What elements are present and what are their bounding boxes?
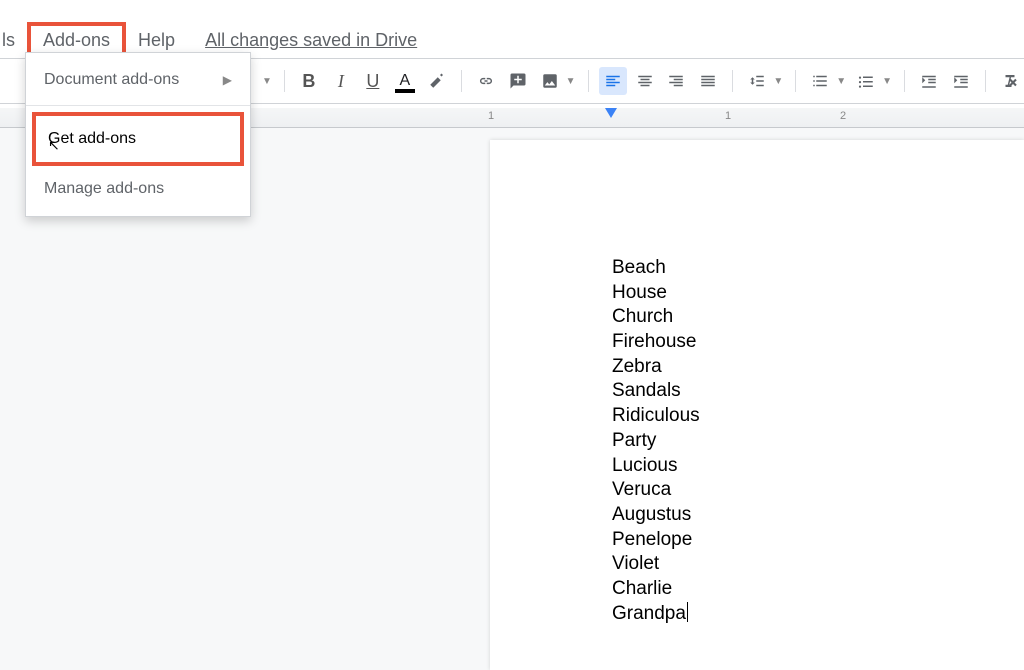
bulleted-list-dropdown[interactable]: ▼	[880, 76, 894, 87]
decrease-indent-button[interactable]	[915, 67, 943, 95]
document-line[interactable]: Veruca	[612, 478, 1024, 503]
separator	[985, 70, 986, 92]
bold-button[interactable]: B	[295, 67, 323, 95]
insert-image-button[interactable]	[536, 67, 564, 95]
menu-item-manage-addons[interactable]: Manage add-ons	[26, 170, 250, 208]
menu-tools-partial[interactable]: ls	[0, 26, 27, 55]
document-line[interactable]: Zebra	[612, 355, 1024, 380]
text-caret	[687, 602, 688, 622]
menu-item-label: Get add-ons	[48, 130, 136, 148]
document-line[interactable]: Beach	[612, 256, 1024, 281]
increase-indent-button[interactable]	[947, 67, 975, 95]
bulleted-list-button[interactable]	[852, 67, 880, 95]
separator	[284, 70, 285, 92]
document-line[interactable]: Charlie	[612, 577, 1024, 602]
document-line[interactable]: Firehouse	[612, 330, 1024, 355]
document-line[interactable]: Sandals	[612, 379, 1024, 404]
submenu-arrow-icon: ▶	[223, 73, 232, 87]
document-line[interactable]: Church	[612, 305, 1024, 330]
text-color-letter: A	[399, 72, 410, 90]
document-line[interactable]: Party	[612, 429, 1024, 454]
italic-button[interactable]: I	[327, 67, 355, 95]
ruler-tick: 1	[725, 110, 731, 122]
document-line[interactable]: Lucious	[612, 454, 1024, 479]
ruler-tick: 2	[840, 110, 846, 122]
insert-link-button[interactable]	[472, 67, 500, 95]
style-dropdown[interactable]: ▼	[260, 76, 274, 87]
document-line[interactable]: Penelope	[612, 528, 1024, 553]
align-justify-button[interactable]	[694, 67, 722, 95]
clear-formatting-button[interactable]	[996, 67, 1024, 95]
addons-menu: Document add-ons ▶ Get add-ons ↖ Manage …	[25, 52, 251, 217]
separator	[588, 70, 589, 92]
menu-separator	[26, 105, 250, 106]
numbered-list-dropdown[interactable]: ▼	[834, 76, 848, 87]
ruler-indent-marker[interactable]	[605, 108, 617, 118]
line-spacing-button[interactable]	[743, 67, 771, 95]
menu-item-label: Manage add-ons	[44, 180, 164, 198]
text-color-button[interactable]: A	[391, 67, 419, 95]
save-status[interactable]: All changes saved in Drive	[205, 30, 417, 51]
document-line[interactable]: Ridiculous	[612, 404, 1024, 429]
menu-item-get-addons[interactable]: Get add-ons ↖	[32, 112, 244, 166]
text-color-swatch	[395, 89, 415, 93]
align-center-button[interactable]	[631, 67, 659, 95]
menu-help[interactable]: Help	[126, 26, 187, 55]
separator	[461, 70, 462, 92]
insert-image-dropdown[interactable]: ▼	[564, 76, 578, 87]
document-line[interactable]: Augustus	[612, 503, 1024, 528]
numbered-list-button[interactable]	[806, 67, 834, 95]
separator	[732, 70, 733, 92]
menu-item-label: Document add-ons	[44, 71, 179, 89]
document-line[interactable]: Grandpa	[612, 602, 1024, 627]
menu-item-document-addons[interactable]: Document add-ons ▶	[26, 61, 250, 99]
highlight-color-button[interactable]	[423, 67, 451, 95]
document-line[interactable]: House	[612, 281, 1024, 306]
align-left-button[interactable]	[599, 67, 627, 95]
add-comment-button[interactable]	[504, 67, 532, 95]
document-line[interactable]: Violet	[612, 552, 1024, 577]
line-spacing-dropdown[interactable]: ▼	[771, 76, 785, 87]
ruler-tick: 1	[488, 110, 494, 122]
document-page[interactable]: BeachHouseChurchFirehouseZebraSandalsRid…	[490, 140, 1024, 670]
align-right-button[interactable]	[663, 67, 691, 95]
underline-button[interactable]: U	[359, 67, 387, 95]
separator	[795, 70, 796, 92]
separator	[904, 70, 905, 92]
